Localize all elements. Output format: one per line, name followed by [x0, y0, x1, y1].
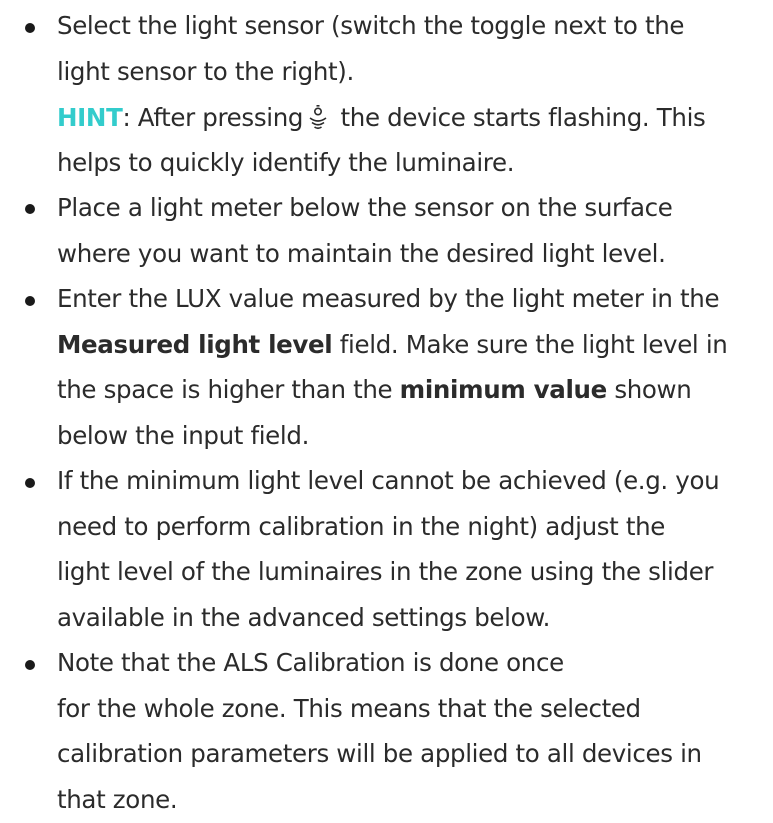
bullet [25, 296, 35, 306]
item5-line1: Note that the ALS Calibration is done on… [57, 648, 564, 677]
hint-text-before-icon: : After pressing [122, 103, 304, 132]
item4-line4: available in the advanced settings below… [57, 603, 551, 632]
bullet [25, 204, 35, 214]
hint-line2: helps to quickly identify the luminaire. [57, 148, 515, 177]
item3-line3-rest: shown [606, 375, 692, 404]
bullet [25, 660, 35, 670]
bullet [25, 478, 35, 488]
item5-line4: that zone. [57, 785, 178, 814]
item3-line2: Measured light level field. Make sure th… [57, 330, 728, 360]
identify-flash-icon [307, 105, 329, 131]
minimum-value-label: minimum value [399, 375, 608, 404]
item3-line3: the space is higher than the minimum val… [57, 375, 692, 405]
measured-light-level-label: Measured light level [57, 330, 333, 359]
item3-line4: below the input field. [57, 421, 310, 450]
item5-line3: calibration parameters will be applied t… [57, 739, 702, 768]
item1-line1: Select the light sensor (switch the togg… [57, 11, 685, 40]
item4-line3: light level of the luminaires in the zon… [57, 557, 714, 586]
item3-line1: Enter the LUX value measured by the ligh… [57, 284, 720, 313]
item1-line2: light sensor to the right). [57, 57, 354, 86]
hint-line: HINT: After pressing the device starts f… [57, 103, 706, 133]
item3-line2-rest: field. Make sure the light level in [332, 330, 728, 359]
item2-line1: Place a light meter below the sensor on … [57, 193, 673, 222]
hint-text-after-icon: the device starts flashing. This [333, 103, 706, 132]
item3-line3-start: the space is higher than the [57, 375, 400, 404]
item4-line2: need to perform calibration in the night… [57, 512, 666, 541]
hint-label: HINT [57, 103, 123, 132]
item2-line2: where you want to maintain the desired l… [57, 239, 666, 268]
bullet [25, 23, 35, 33]
item4-line1: If the minimum light level cannot be ach… [57, 466, 720, 495]
item5-line2: for the whole zone. This means that the … [57, 694, 641, 723]
